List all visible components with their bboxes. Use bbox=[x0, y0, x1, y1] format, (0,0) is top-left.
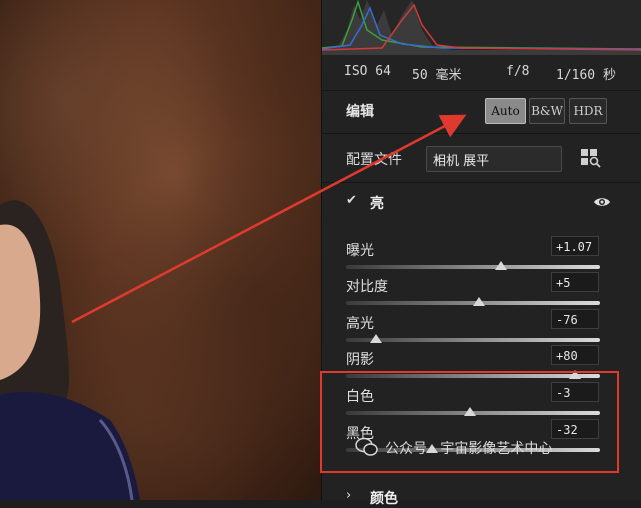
slider-track[interactable] bbox=[346, 338, 600, 342]
light-section-title: 亮 bbox=[370, 196, 384, 212]
edit-title: 编辑 bbox=[346, 104, 374, 120]
chevron-down-icon: ✔ bbox=[346, 193, 357, 208]
profile-select[interactable]: 相机 展平 ⌄ bbox=[426, 146, 562, 172]
slider-value-field[interactable]: +1.07 bbox=[551, 236, 599, 256]
slider-thumb[interactable] bbox=[473, 297, 485, 306]
chevron-down-icon: ⌄ bbox=[433, 149, 444, 163]
divider bbox=[322, 133, 641, 134]
color-section-title: 颜色 bbox=[370, 491, 398, 507]
slider-thumb[interactable] bbox=[569, 370, 581, 379]
wechat-icon bbox=[355, 437, 378, 456]
exif-shutter: 1/160 秒 bbox=[556, 68, 616, 83]
slider-track[interactable] bbox=[346, 265, 600, 269]
slider-label: 曝光 bbox=[346, 243, 374, 259]
exif-iso: ISO 64 bbox=[344, 64, 391, 79]
watermark: 公众号 · 宇宙影像艺术中心 bbox=[385, 441, 553, 457]
slider-label: 对比度 bbox=[346, 279, 388, 295]
slider-thumb[interactable] bbox=[370, 334, 382, 343]
slider-value-field[interactable]: -3 bbox=[551, 382, 599, 402]
divider bbox=[322, 182, 641, 183]
profile-browser-icon[interactable] bbox=[580, 148, 602, 168]
edit-panel: ISO 64 50 毫米 f/8 1/160 秒 编辑 Auto B&W HDR… bbox=[321, 0, 641, 507]
chevron-right-icon: › bbox=[346, 488, 352, 503]
slider-label: 阴影 bbox=[346, 352, 374, 368]
slider-thumb[interactable] bbox=[464, 407, 476, 416]
slider-value-field[interactable]: -32 bbox=[551, 419, 599, 439]
slider-thumb[interactable] bbox=[495, 261, 507, 270]
slider-value-field[interactable]: -76 bbox=[551, 309, 599, 329]
photo-canvas bbox=[0, 0, 321, 500]
histogram bbox=[321, 0, 641, 55]
slider-value-field[interactable]: +5 bbox=[551, 272, 599, 292]
eye-icon[interactable] bbox=[593, 195, 611, 209]
slider-value-field[interactable]: +80 bbox=[551, 345, 599, 365]
exif-aperture: f/8 bbox=[506, 64, 530, 79]
hdr-button[interactable]: HDR bbox=[569, 98, 607, 124]
profile-label: 配置文件 bbox=[346, 152, 402, 168]
light-section-header[interactable]: ✔ 亮 bbox=[322, 188, 641, 218]
slider-track[interactable] bbox=[346, 374, 600, 378]
slider-label: 白色 bbox=[346, 389, 374, 405]
color-section-header[interactable]: › 颜色 bbox=[322, 486, 641, 507]
auto-button[interactable]: Auto bbox=[485, 98, 526, 124]
slider-label: 高光 bbox=[346, 316, 374, 332]
exif-bar: ISO 64 50 毫米 f/8 1/160 秒 bbox=[322, 55, 641, 91]
bw-button[interactable]: B&W bbox=[529, 98, 565, 124]
exif-focal: 50 毫米 bbox=[412, 68, 462, 83]
portrait-subject bbox=[0, 200, 140, 500]
